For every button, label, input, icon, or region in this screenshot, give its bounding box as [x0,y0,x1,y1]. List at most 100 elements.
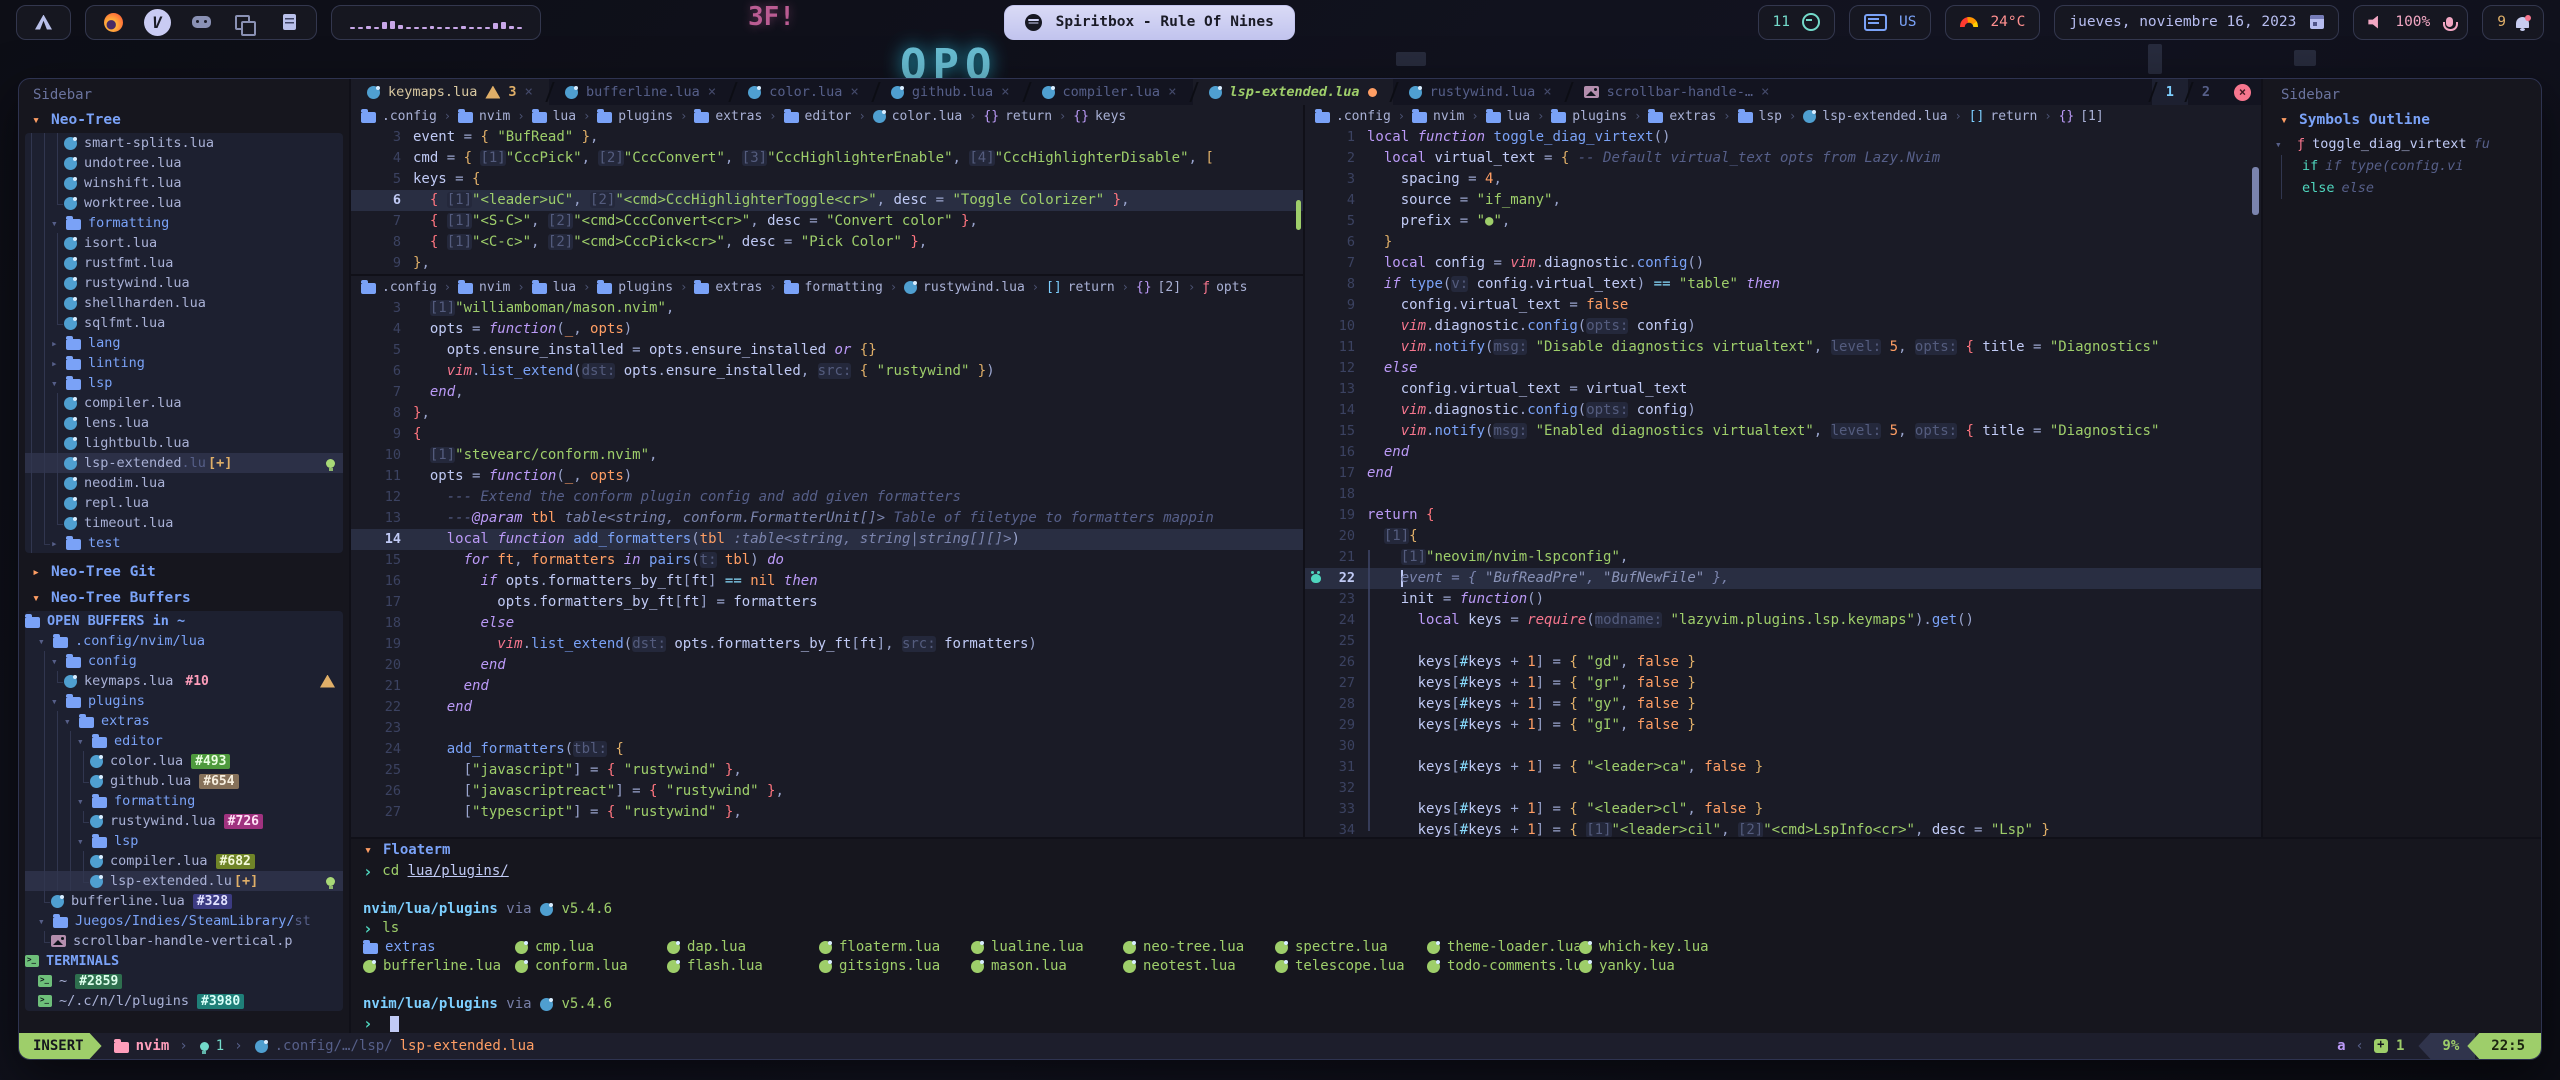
ls-entry[interactable]: bufferline.lua [363,957,515,976]
code-line[interactable]: 2 local virtual_text = { -- Default virt… [1305,148,2261,169]
code-line[interactable]: 4cmd = { [1]"CccPick", [2]"CccConvert", … [351,148,1303,169]
ls-entry[interactable]: extras [363,938,515,957]
code-line[interactable]: 8 if type(v: config.virtual_text) == "ta… [1305,274,2261,295]
code-line[interactable]: 34 keys[#keys + 1] = { [1]"<leader>cil",… [1305,820,2261,837]
breadcrumb-item[interactable]: plugins [597,280,673,295]
code-line[interactable]: 12 --- Extend the conform plugin config … [351,487,1303,508]
breadcrumb-item[interactable]: nvim [1412,109,1464,124]
tree-item[interactable]: keymaps.lua#10 [25,671,343,691]
tree-item[interactable]: ~#2859 [25,971,343,991]
code-line[interactable]: 3event = { "BufRead" }, [351,127,1303,148]
breadcrumb-item[interactable]: {}keys [1073,109,1126,124]
breadcrumb-item[interactable]: lua [532,280,576,295]
code-area[interactable]: 1local function toggle_diag_virtext()2 l… [1305,127,2261,837]
code-line[interactable]: 7 end, [351,382,1303,403]
breadcrumb-item[interactable]: lua [1486,109,1530,124]
workspace-firefox[interactable] [100,9,126,35]
tab-close-icon[interactable]: × [708,84,716,100]
code-line[interactable]: 29 keys[#keys + 1] = { "gI", false } [1305,715,2261,736]
breadcrumb-item[interactable]: lsp-extended.lua [1803,109,1947,124]
breadcrumb-item[interactable]: ƒopts [1202,280,1247,295]
tree-item[interactable]: sqlfmt.lua [25,313,343,333]
tree-item[interactable]: neodim.lua [25,473,343,493]
tree-item[interactable]: bufferline.lua#328 [25,891,343,911]
tree-item[interactable]: lens.lua [25,413,343,433]
code-line[interactable]: 30 [1305,736,2261,757]
tree-item[interactable]: compiler.lua#682 [25,851,343,871]
code-line[interactable]: 21 [1]"neovim/nvim-lspconfig", [1305,547,2261,568]
breadcrumb-item[interactable]: .config [361,109,437,124]
clock-widget[interactable]: jueves, noviembre 16, 2023 [2054,5,2339,40]
breadcrumb-item[interactable]: lsp [1738,109,1782,124]
tab-close-icon[interactable]: × [525,84,533,100]
code-area[interactable]: 3 [1]"williamboman/mason.nvim",4 opts = … [351,298,1303,837]
tab-keymaps-lua[interactable]: keymaps.lua3× [351,79,549,105]
code-line[interactable]: 24 add_formatters(tbl: { [351,739,1303,760]
tree-item[interactable]: ▸linting [25,353,343,373]
tree-item[interactable]: smart-splits.lua [25,133,343,153]
breadcrumb-item[interactable]: plugins [1551,109,1627,124]
code-line[interactable]: 9{ [351,424,1303,445]
code-line[interactable]: 18 else [351,613,1303,634]
tree-item[interactable]: timeout.lua [25,513,343,533]
tree-item[interactable]: undotree.lua [25,153,343,173]
code-line[interactable]: 11 opts = function(_, opts) [351,466,1303,487]
tab-github-lua[interactable]: github.lua× [875,79,1026,105]
code-line[interactable]: 3 [1]"williamboman/mason.nvim", [351,298,1303,319]
code-line[interactable]: 8}, [351,403,1303,424]
ls-entry[interactable]: spectre.lua [1275,938,1427,957]
code-line[interactable]: 16 end [1305,442,2261,463]
code-line[interactable]: 23 init = function() [1305,589,2261,610]
tree-item[interactable]: ▾lsp [25,373,343,393]
ls-entry[interactable]: neo-tree.lua [1123,938,1275,957]
breadcrumb-item[interactable]: rustywind.lua [904,280,1025,295]
workspace-neovim-active[interactable]: V [144,9,170,35]
tab-close-icon[interactable]: × [1168,84,1176,100]
tree-item[interactable]: ▸test [25,533,343,553]
code-line[interactable]: 4 source = "if_many", [1305,190,2261,211]
code-line[interactable]: 6 vim.list_extend(dst: opts.ensure_insta… [351,361,1303,382]
breadcrumb-item[interactable]: extras [694,109,762,124]
ls-entry[interactable]: mason.lua [971,957,1123,976]
tree-item[interactable]: winshift.lua [25,173,343,193]
code-line[interactable]: 17end [1305,463,2261,484]
tree-item[interactable]: ~/.c/n/l/plugins#3980 [25,991,343,1011]
code-line[interactable]: 13 ---@param tbl table<string, conform.F… [351,508,1303,529]
code-line[interactable]: 13 config.virtual_text = virtual_text [1305,379,2261,400]
file-indicator[interactable]: .config/…/lsp/lsp-extended.lua [255,1038,535,1054]
tree-item[interactable]: OPEN BUFFERS in ~ [25,611,343,631]
tree-item[interactable]: worktree.lua [25,193,343,213]
volume-widget[interactable]: 100% [2353,5,2468,40]
breadcrumb-item[interactable]: editor [784,109,852,124]
ls-entry[interactable]: lualine.lua [971,938,1123,957]
code-line[interactable]: 25 [1305,631,2261,652]
tree-item[interactable]: lsp-extended.lu [+] [25,871,343,891]
section-neo-tree[interactable]: ▾ Neo-Tree [21,107,347,133]
tree-item[interactable]: repl.lua [25,493,343,513]
breadcrumb-item[interactable]: lua [532,109,576,124]
now-playing-widget[interactable]: Spiritbox - Rule Of Nines [1004,5,1295,40]
tree-item[interactable]: rustywind.lua#726 [25,811,343,831]
code-line[interactable]: 4 opts = function(_, opts) [351,319,1303,340]
code-line[interactable]: 27 keys[#keys + 1] = { "gr", false } [1305,673,2261,694]
code-line[interactable]: 27 ["typescript"] = { "rustywind" }, [351,802,1303,823]
notifications-widget[interactable]: 9 [2482,5,2544,40]
tree-item[interactable]: TERMINALS [25,951,343,971]
code-line[interactable]: 23 [351,718,1303,739]
ls-entry[interactable]: floaterm.lua [819,938,971,957]
tab-close-icon[interactable]: × [1543,84,1551,100]
code-line[interactable]: 1local function toggle_diag_virtext() [1305,127,2261,148]
ls-entry[interactable]: flash.lua [667,957,819,976]
tab-lsp-extended-lua[interactable]: lsp-extended.lua [1193,79,1393,105]
ls-entry[interactable]: gitsigns.lua [819,957,971,976]
code-line[interactable]: 5keys = { [351,169,1303,190]
code-line[interactable]: 14 local function add_formatters(tbl :ta… [351,529,1303,550]
ls-entry[interactable]: cmp.lua [515,938,667,957]
code-line[interactable]: 7 { [1]"<S-C>", [2]"<cmd>CccConvert<cr>"… [351,211,1303,232]
tab-close-icon[interactable]: × [850,84,858,100]
code-line[interactable]: 3 spacing = 4, [1305,169,2261,190]
breadcrumb-item[interactable]: color.lua [873,109,962,124]
tree-item[interactable]: rustfmt.lua [25,253,343,273]
outline-item[interactable]: else else [2269,177,2541,199]
ls-entry[interactable]: conform.lua [515,957,667,976]
